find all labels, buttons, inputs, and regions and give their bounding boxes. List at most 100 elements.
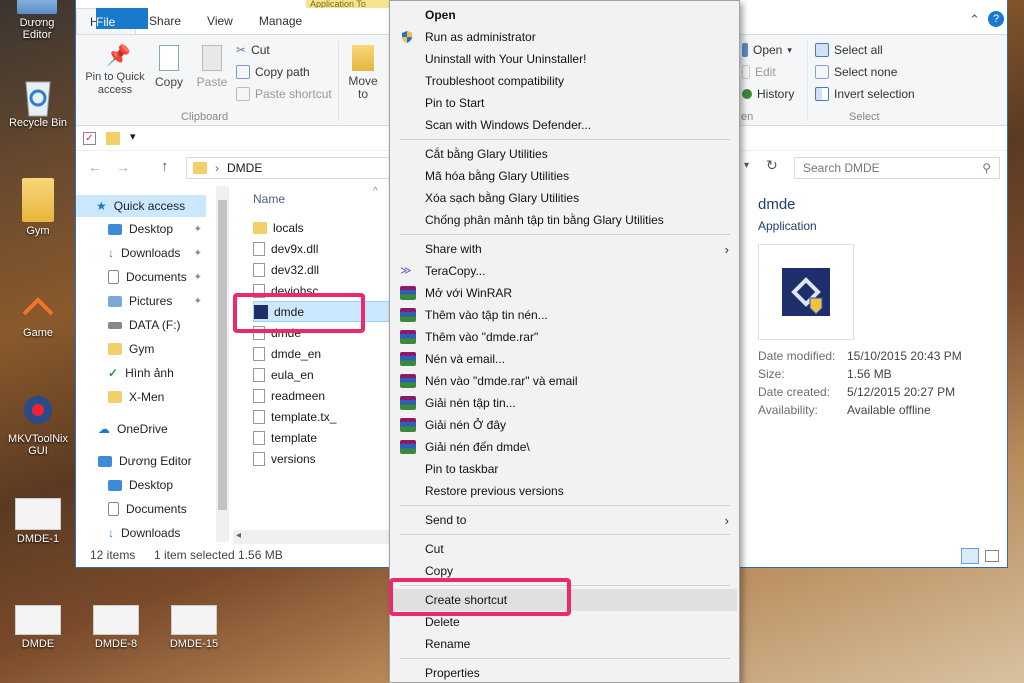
menu-item-extract-here[interactable]: Giải nén Ở đây [392,414,737,436]
nav-item-downloads-pc[interactable]: ↓ Downloads [76,522,206,542]
menu-item-scan-defender[interactable]: Scan with Windows Defender... [392,114,737,136]
menu-item-send-to[interactable]: Send to › [392,509,737,531]
menu-item-glary-cut[interactable]: Cắt bằng Glary Utilities [392,143,737,165]
menu-item-open[interactable]: Open [392,4,737,26]
menu-item-troubleshoot[interactable]: Troubleshoot compatibility [392,70,737,92]
menu-item-compress-email[interactable]: Nén và email... [392,348,737,370]
copy-path-button[interactable]: Copy path [236,65,310,79]
menu-item-glary-encrypt[interactable]: Mã hóa bằng Glary Utilities [392,165,737,187]
move-to-button[interactable]: Move to [344,45,382,101]
file-name: readmeen [271,388,326,403]
address-dropdown-icon[interactable]: ▾ [744,160,749,171]
desktop-icon-game[interactable]: Game [5,284,71,339]
open-button[interactable]: Open ▾ [742,43,792,57]
nav-item-gym[interactable]: Gym [76,338,206,360]
cut-button[interactable]: ✂ Cut [236,43,270,57]
file-item-dmde-en[interactable]: dmde_en [253,343,390,364]
desktop-icon-duong-editor[interactable]: Dương Editor [4,0,70,41]
scroll-left-icon[interactable]: ◂ [236,530,241,541]
pin-to-quick-access-button[interactable]: 📌 Pin to Quick access [80,45,150,97]
menu-item-label: Nén vào "dmde.rar" và email [425,374,578,388]
menu-item-pin-to-start[interactable]: Pin to Start [392,92,737,114]
back-icon[interactable]: ← [88,159,102,175]
large-icons-view-icon[interactable] [985,550,999,562]
nav-item-pictures[interactable]: Pictures ✦ [76,290,206,312]
menu-item-label: Uninstall with Your Uninstaller! [425,52,587,66]
nav-item-data-drive[interactable]: DATA (F:) [76,314,206,336]
new-folder-qat-icon[interactable] [106,132,120,145]
tab-view[interactable]: View [194,8,246,34]
desktop-icon-dmde-1[interactable]: DMDE-1 [5,498,71,545]
file-item-dev32[interactable]: dev32.dll [253,259,390,280]
history-button[interactable]: History [742,87,794,101]
up-icon[interactable]: ↑ [161,158,169,175]
property-value: 1.56 MB [847,367,892,381]
desktop-icon-recycle-bin[interactable]: Recycle Bin [5,74,71,129]
menu-item-compress-dmde-email[interactable]: Nén vào "dmde.rar" và email [392,370,737,392]
tab-file[interactable]: File [96,8,148,29]
text-file-icon [253,388,265,403]
desktop-icon-mkvtoolnix[interactable]: MKVToolNix GUI [5,390,71,457]
customize-qat-icon[interactable]: ▾ [130,130,136,143]
menu-item-add-to-archive[interactable]: Thêm vào tập tin nén... [392,304,737,326]
menu-item-open-winrar[interactable]: Mở với WinRAR [392,282,737,304]
nav-item-hinh-anh[interactable]: ✓ Hình ảnh [76,362,206,384]
menu-item-glary-wipe[interactable]: Xóa sạch bằng Glary Utilities [392,187,737,209]
invert-selection-button[interactable]: Invert selection [815,87,915,101]
paste-shortcut-button[interactable]: Paste shortcut [236,87,332,101]
nav-item-desktop[interactable]: Desktop ✦ [76,218,206,240]
nav-item-documents[interactable]: Documents ✦ [76,266,206,288]
details-view-icon[interactable] [961,548,979,564]
menu-item-share-with[interactable]: Share with › [392,238,737,260]
nav-item-x-men[interactable]: X-Men [76,386,206,408]
file-item-readmeen[interactable]: readmeen [253,385,390,406]
nav-item-desktop-pc[interactable]: Desktop [76,474,206,496]
menu-item-run-as-admin[interactable]: Run as administrator [392,26,737,48]
file-item-versions[interactable]: versions [253,448,390,469]
select-all-button[interactable]: Select all [815,43,883,57]
nav-item-documents-pc[interactable]: Documents [76,498,206,520]
select-none-button[interactable]: Select none [815,65,897,79]
nav-item-onedrive[interactable]: ☁ OneDrive [76,418,206,440]
file-list-horizontal-scrollbar[interactable]: ◂ [233,530,391,544]
file-item-locals[interactable]: locals [253,217,390,238]
address-bar[interactable]: › DMDE [186,157,391,179]
menu-item-extract-to-dmde[interactable]: Giải nén đến dmde\ [392,436,737,458]
menu-item-extract-files[interactable]: Giải nén tập tin... [392,392,737,414]
scrollbar-thumb[interactable] [218,200,227,510]
menu-item-pin-taskbar[interactable]: Pin to taskbar [392,458,737,480]
column-header-name[interactable]: Name [253,192,285,206]
search-input[interactable]: Search DMDE ⚲ [794,157,1000,179]
collapse-ribbon-icon[interactable]: ⌃ [969,12,980,28]
nav-item-downloads[interactable]: ↓ Downloads ✦ [76,242,206,264]
desktop-icon-dmde[interactable]: DMDE [5,605,71,650]
nav-item-this-pc[interactable]: Dương Editor [76,450,206,472]
breadcrumb[interactable]: DMDE [227,161,262,175]
menu-item-properties[interactable]: Properties [392,662,737,683]
desktop-icon-dmde-8[interactable]: DMDE-8 [83,605,149,650]
file-name: template [271,430,318,445]
menu-item-add-to-dmde-rar[interactable]: Thêm vào "dmde.rar" [392,326,737,348]
menu-item-rename[interactable]: Rename [392,633,737,655]
file-item-template-tx[interactable]: template.tx_ [253,406,390,427]
paste-button[interactable]: Paste [194,45,230,89]
file-item-dev9x[interactable]: dev9x.dll [253,238,390,259]
help-icon[interactable]: ? [988,10,1004,27]
navigation-scrollbar[interactable] [216,186,229,542]
desktop-icon-dmde-15[interactable]: DMDE-15 [161,605,227,650]
menu-item-glary-defrag[interactable]: Chống phân mảnh tập tin bằng Glary Utili… [392,209,737,231]
menu-item-restore-versions[interactable]: Restore previous versions [392,480,737,502]
menu-item-uninstall[interactable]: Uninstall with Your Uninstaller! [392,48,737,70]
tab-manage[interactable]: Manage [246,8,315,34]
file-item-eula-en[interactable]: eula_en [253,364,390,385]
nav-item-quick-access[interactable]: ★ Quick access [76,195,206,217]
properties-qat-icon[interactable]: ✓ [83,132,96,145]
desktop-icon-gym[interactable]: Gym [5,178,71,237]
file-item-template[interactable]: template [253,427,390,448]
menu-item-cut[interactable]: Cut [392,538,737,560]
forward-icon[interactable]: → [116,159,130,175]
edit-button[interactable]: Edit [742,65,776,79]
menu-item-teracopy[interactable]: ≫ TeraCopy... [392,260,737,282]
refresh-icon[interactable]: ↻ [766,157,778,174]
copy-button[interactable]: Copy [152,45,186,89]
